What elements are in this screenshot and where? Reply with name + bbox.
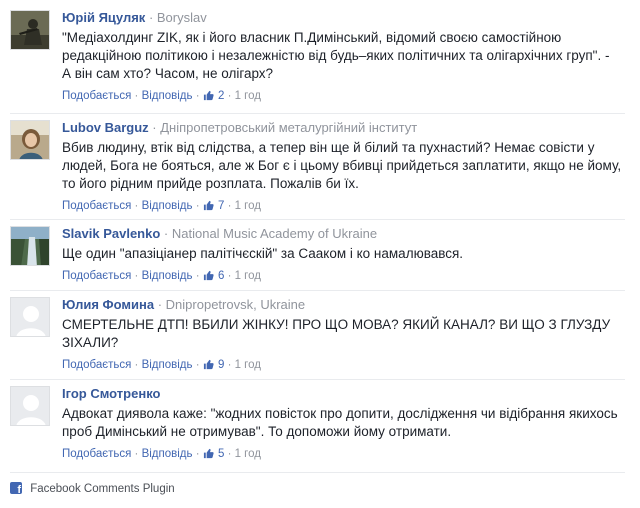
like-count[interactable]: 6 <box>218 270 224 282</box>
author-name[interactable]: Юрій Яцуляк <box>62 10 145 25</box>
comment-body: Юрій Яцуляк · Boryslav "Медіахолдинг ZIK… <box>62 10 622 105</box>
plugin-label[interactable]: Facebook Comments Plugin <box>30 483 174 495</box>
avatar[interactable] <box>10 386 50 426</box>
action-sep: · <box>227 448 235 460</box>
comment-body: Lubov Barguz · Дніпропетровський металур… <box>62 120 622 215</box>
comment-body: Ігор Смотренко Адвокат диявола каже: "жо… <box>62 386 622 463</box>
action-sep: · <box>227 200 235 212</box>
comment-header: Юрій Яцуляк · Boryslav <box>62 10 622 26</box>
comment-actions: Подобається · Відповідь · 5 · 1 год <box>62 447 622 463</box>
footer-separator <box>10 472 625 473</box>
comment-text: Вбив людину, втік від слідства, а тепер … <box>62 140 622 191</box>
like-link[interactable]: Подобається <box>62 270 131 282</box>
comment-header: Lubov Barguz · Дніпропетровський металур… <box>62 120 622 136</box>
action-sep: · <box>195 270 203 282</box>
comment-separator <box>10 219 625 220</box>
like-link[interactable]: Подобається <box>62 90 131 102</box>
author-name[interactable]: Ігор Смотренко <box>62 386 160 401</box>
action-sep: · <box>134 448 142 460</box>
author-meta-sep: · <box>148 10 157 25</box>
like-icon <box>203 270 214 285</box>
action-sep: · <box>227 359 235 371</box>
reply-link[interactable]: Відповідь <box>142 200 193 212</box>
avatar[interactable] <box>10 297 50 337</box>
like-count[interactable]: 5 <box>218 448 224 460</box>
facebook-icon: f <box>10 482 22 494</box>
like-icon <box>203 90 214 105</box>
comment-separator <box>10 113 625 114</box>
default-avatar-icon <box>11 298 49 336</box>
comment-actions: Подобається · Відповідь · 7 · 1 год <box>62 199 622 215</box>
comment-actions: Подобається · Відповідь · 9 · 1 год <box>62 358 622 374</box>
comment-separator <box>10 379 625 380</box>
avatar-image <box>11 227 49 265</box>
reply-link[interactable]: Відповідь <box>142 270 193 282</box>
reply-link[interactable]: Відповідь <box>142 90 193 102</box>
comment-actions: Подобається · Відповідь · 2 · 1 год <box>62 89 622 105</box>
author-meta-sep: · <box>163 226 172 241</box>
action-sep: · <box>195 90 203 102</box>
comment-header: Slavik Pavlenko · National Music Academy… <box>62 226 622 242</box>
author-meta-sep: · <box>157 297 166 312</box>
reply-link[interactable]: Відповідь <box>142 359 193 371</box>
comment-text: Ще один "апазіціанер палітічєскій" за Са… <box>62 246 464 261</box>
action-sep: · <box>134 200 142 212</box>
like-link[interactable]: Подобається <box>62 200 131 212</box>
comment-header: Юлия Фомина · Dnipropetrovsk, Ukraine <box>62 297 622 313</box>
like-link[interactable]: Подобається <box>62 359 131 371</box>
like-icon <box>203 200 214 215</box>
avatar[interactable] <box>10 120 50 160</box>
comment-header: Ігор Смотренко <box>62 386 622 402</box>
like-icon <box>203 359 214 374</box>
timestamp[interactable]: 1 год <box>235 448 261 460</box>
timestamp[interactable]: 1 год <box>235 90 261 102</box>
author-meta[interactable]: National Music Academy of Ukraine <box>172 226 377 241</box>
action-sep: · <box>195 448 203 460</box>
avatar[interactable] <box>10 10 50 50</box>
author-meta[interactable]: Дніпропетровський металургійний інститут <box>160 120 417 135</box>
timestamp[interactable]: 1 год <box>235 200 261 212</box>
avatar[interactable] <box>10 226 50 266</box>
like-count[interactable]: 7 <box>218 200 224 212</box>
author-meta[interactable]: Dnipropetrovsk, Ukraine <box>166 297 305 312</box>
author-name[interactable]: Lubov Barguz <box>62 120 149 135</box>
avatar-image <box>11 11 49 49</box>
like-count[interactable]: 2 <box>218 90 224 102</box>
reply-link[interactable]: Відповідь <box>142 448 193 460</box>
comment-text: СМЕРТЕЛЬНЕ ДТП! ВБИЛИ ЖІНКУ! ПРО ЩО МОВА… <box>62 317 611 350</box>
like-count[interactable]: 9 <box>218 359 224 371</box>
timestamp[interactable]: 1 год <box>235 270 261 282</box>
action-sep: · <box>227 270 235 282</box>
comment-actions: Подобається · Відповідь · 6 · 1 год <box>62 269 622 285</box>
action-sep: · <box>134 90 142 102</box>
action-sep: · <box>195 359 203 371</box>
comment-text: Адвокат диявола каже: "жодних повісток п… <box>62 406 618 439</box>
author-name[interactable]: Slavik Pavlenko <box>62 226 160 241</box>
timestamp[interactable]: 1 год <box>235 359 261 371</box>
avatar-image <box>11 121 49 159</box>
action-sep: · <box>227 90 235 102</box>
action-sep: · <box>195 200 203 212</box>
author-meta[interactable]: Boryslav <box>157 10 207 25</box>
like-icon <box>203 448 214 463</box>
action-sep: · <box>134 359 142 371</box>
default-avatar-icon <box>11 387 49 425</box>
comment-text: "Медіахолдинг ZIK, як і його власник П.Д… <box>62 30 610 81</box>
comment-separator <box>10 290 625 291</box>
plugin-footer[interactable]: f Facebook Comments Plugin <box>10 482 175 495</box>
action-sep: · <box>134 270 142 282</box>
comment-body: Юлия Фомина · Dnipropetrovsk, Ukraine СМ… <box>62 297 622 374</box>
comment-body: Slavik Pavlenko · National Music Academy… <box>62 226 622 285</box>
author-name[interactable]: Юлия Фомина <box>62 297 154 312</box>
like-link[interactable]: Подобається <box>62 448 131 460</box>
